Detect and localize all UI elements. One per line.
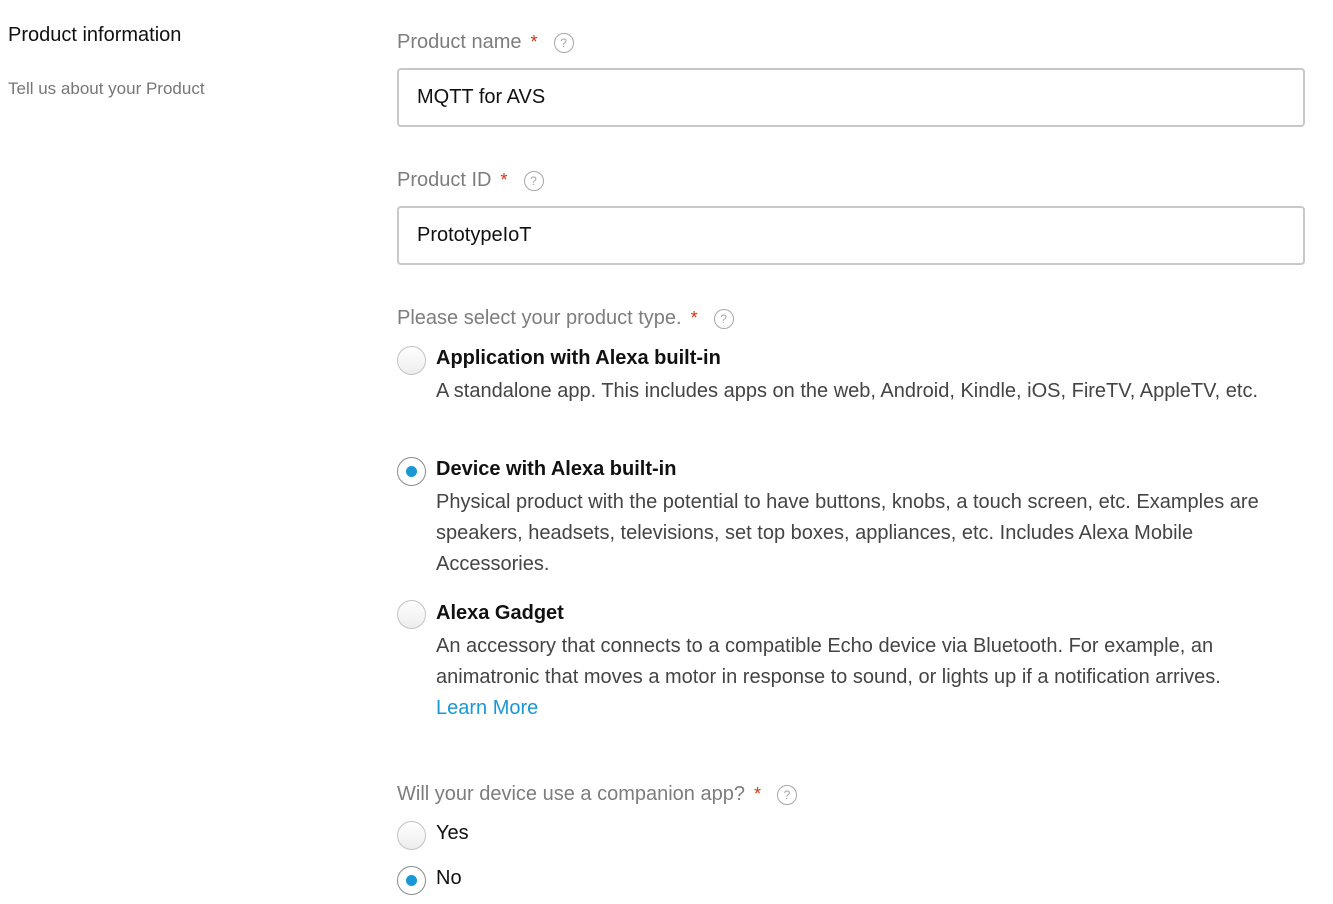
required-asterisk: * (753, 784, 761, 804)
product-information-form: Product information Tell us about your P… (0, 0, 1333, 904)
product-type-label-text: Please select your product type. (397, 307, 682, 329)
product-id-input[interactable] (397, 206, 1305, 265)
product-name-input[interactable] (397, 68, 1305, 127)
option-device-description: Physical product with the potential to h… (436, 491, 1259, 575)
radio-companion-no[interactable] (397, 866, 426, 895)
option-application-description: A standalone app. This includes apps on … (436, 380, 1259, 402)
help-icon[interactable]: ? (553, 32, 574, 53)
required-asterisk: * (500, 170, 508, 190)
radio-companion-yes[interactable] (397, 821, 426, 850)
companion-app-label-text: Will your device use a companion app? (397, 783, 745, 805)
product-name-label-text: Product name (397, 31, 522, 53)
required-asterisk: * (530, 32, 538, 52)
product-type-label: Please select your product type. * ? (397, 307, 734, 330)
radio-device-with-alexa[interactable] (397, 457, 426, 486)
help-icon[interactable]: ? (776, 784, 797, 805)
radio-application-with-alexa[interactable] (397, 346, 426, 375)
required-asterisk: * (690, 308, 698, 328)
companion-no-label[interactable]: No (436, 867, 462, 890)
option-application-title[interactable]: Application with Alexa built-in (436, 347, 721, 370)
option-device-title[interactable]: Device with Alexa built-in (436, 458, 676, 481)
option-gadget-title[interactable]: Alexa Gadget (436, 602, 564, 625)
option-gadget-description-text: An accessory that connects to a compatib… (436, 635, 1221, 688)
companion-yes-label[interactable]: Yes (436, 822, 469, 845)
help-icon[interactable]: ? (523, 170, 544, 191)
radio-alexa-gadget[interactable] (397, 600, 426, 629)
product-id-label-text: Product ID (397, 169, 492, 191)
product-id-label: Product ID * ? (397, 169, 544, 192)
product-name-label: Product name * ? (397, 31, 574, 54)
companion-app-label: Will your device use a companion app? * … (397, 783, 797, 806)
section-title: Product information (8, 24, 182, 46)
section-subtitle: Tell us about your Product (8, 79, 205, 98)
help-icon[interactable]: ? (713, 308, 734, 329)
option-gadget-description: An accessory that connects to a compatib… (436, 631, 1306, 724)
learn-more-link[interactable]: Learn More (436, 697, 538, 719)
